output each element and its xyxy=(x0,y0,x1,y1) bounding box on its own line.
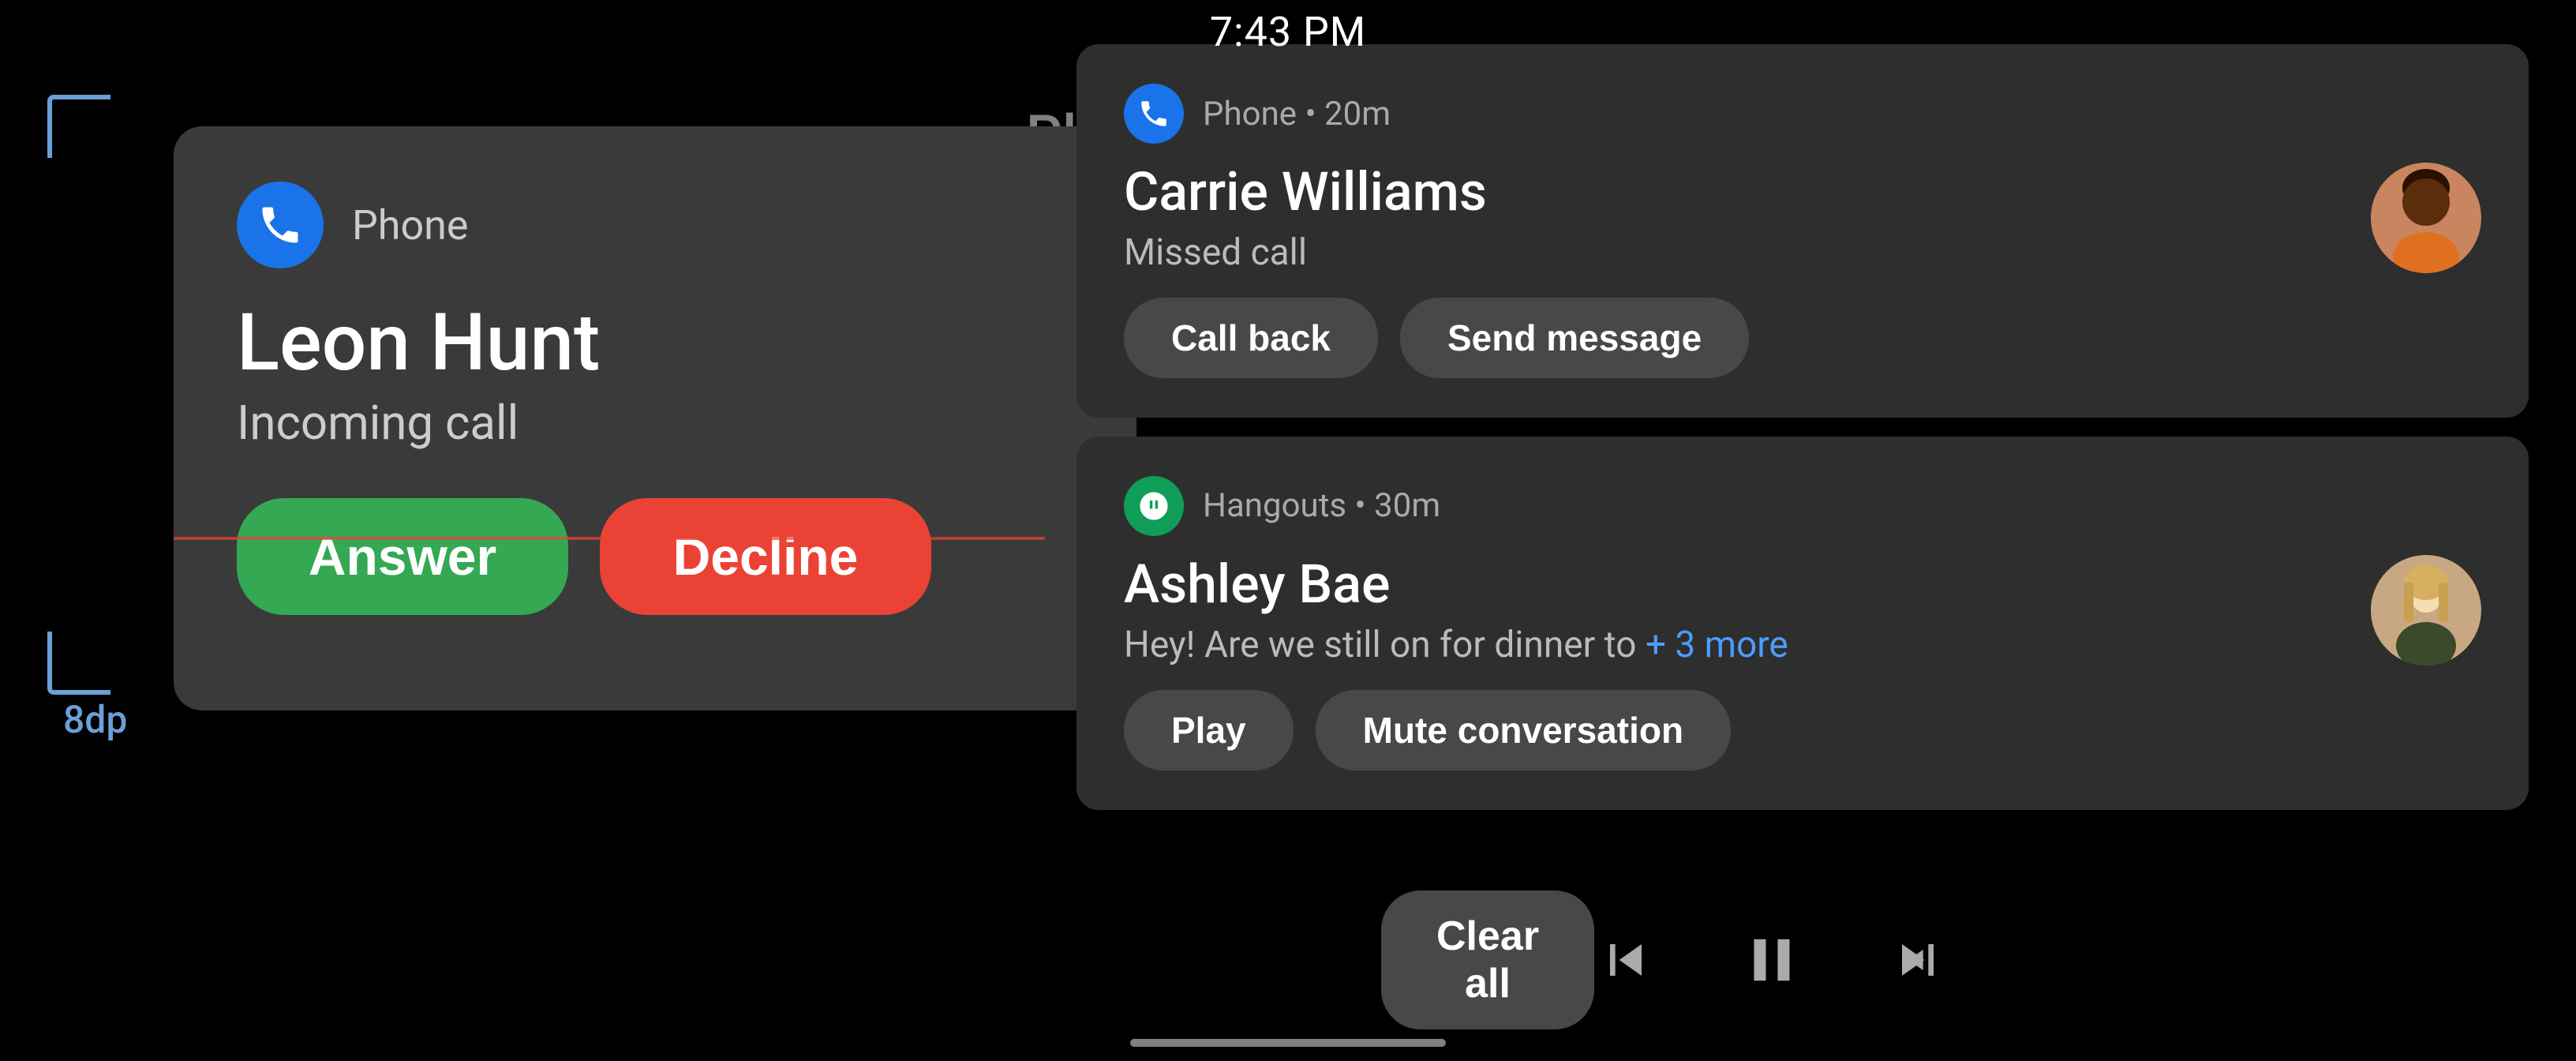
caller-info: Leon Hunt Incoming call xyxy=(237,292,1073,451)
play-button[interactable]: Play xyxy=(1124,690,1294,770)
notif2-body: Ashley Bae Hey! Are we still on for dinn… xyxy=(1124,555,2481,666)
phone-icon xyxy=(256,201,304,249)
notif2-app-icon xyxy=(1124,476,1184,536)
incoming-call-card: Phone Leon Hunt Incoming call Answer Dec… xyxy=(174,126,1136,710)
card-app-name: Phone xyxy=(352,201,468,249)
notif2-actions: Play Mute conversation xyxy=(1124,690,2481,770)
notif1-body: Carrie Williams Missed call xyxy=(1124,163,2481,274)
notif2-app-name: Hangouts • 30m xyxy=(1203,486,1440,525)
answer-button[interactable]: Answer xyxy=(237,498,568,615)
notif1-app-name: Phone • 20m xyxy=(1203,95,1391,133)
label-8dp: 8dp xyxy=(63,697,127,742)
notif2-text: Hey! Are we still on for dinner to + 3 m… xyxy=(1124,624,2347,666)
prev-track-icon xyxy=(1594,928,1657,992)
call-actions: Answer Decline xyxy=(237,498,1073,615)
card-header: Phone xyxy=(237,182,1073,268)
pause-button[interactable] xyxy=(1736,924,1807,995)
notif2-content: Ashley Bae Hey! Are we still on for dinn… xyxy=(1124,555,2347,666)
next-track-icon xyxy=(1886,928,1949,992)
decline-button[interactable]: Decline xyxy=(600,498,931,615)
bracket-top-left xyxy=(47,95,110,158)
caller-name: Leon Hunt xyxy=(237,300,1073,387)
notif1-header: Phone • 20m xyxy=(1124,84,2481,144)
pause-icon xyxy=(1736,924,1807,995)
status-time: 7:43 PM xyxy=(1210,8,1366,56)
home-indicator xyxy=(1130,1039,1446,1047)
notif1-app-icon xyxy=(1124,84,1184,144)
notif2-preview: Hey! Are we still on for dinner to xyxy=(1124,624,1636,666)
bottom-bar: Clear all xyxy=(0,890,2576,1029)
notification-phone: Phone • 20m Carrie Williams Missed call xyxy=(1076,44,2529,418)
phone-app-icon xyxy=(237,182,324,268)
red-accent xyxy=(174,537,1045,540)
prev-track-button[interactable] xyxy=(1594,928,1657,992)
carrie-avatar-img xyxy=(2371,163,2481,273)
notif1-actions: Call back Send message xyxy=(1124,298,2481,378)
call-status: Incoming call xyxy=(237,395,1073,451)
phone-icon xyxy=(1137,97,1170,130)
next-track-button[interactable] xyxy=(1886,928,1949,992)
notif1-content: Carrie Williams Missed call xyxy=(1124,163,2347,274)
notification-panel: Phone • 20m Carrie Williams Missed call xyxy=(1076,44,2529,810)
notif2-header: Hangouts • 30m xyxy=(1124,476,2481,536)
mute-conversation-button[interactable]: Mute conversation xyxy=(1316,690,1731,770)
notif2-more: + 3 more xyxy=(1646,624,1788,666)
avatar-carrie xyxy=(2371,163,2481,273)
avatar-ashley xyxy=(2371,555,2481,665)
notif1-subtitle: Missed call xyxy=(1124,231,2347,274)
call-back-button[interactable]: Call back xyxy=(1124,298,1378,378)
status-bar: 7:43 PM xyxy=(0,0,2576,63)
send-message-button[interactable]: Send message xyxy=(1400,298,1749,378)
clear-all-button[interactable]: Clear all xyxy=(1381,890,1594,1029)
media-controls xyxy=(1594,924,1949,995)
notif2-title: Ashley Bae xyxy=(1124,555,2347,614)
bracket-bottom-left xyxy=(47,632,110,695)
ashley-avatar-img xyxy=(2371,555,2481,665)
notif1-title: Carrie Williams xyxy=(1124,163,2347,222)
hangouts-icon xyxy=(1137,489,1170,523)
notification-hangouts: Hangouts • 30m Ashley Bae Hey! Are we st… xyxy=(1076,437,2529,810)
